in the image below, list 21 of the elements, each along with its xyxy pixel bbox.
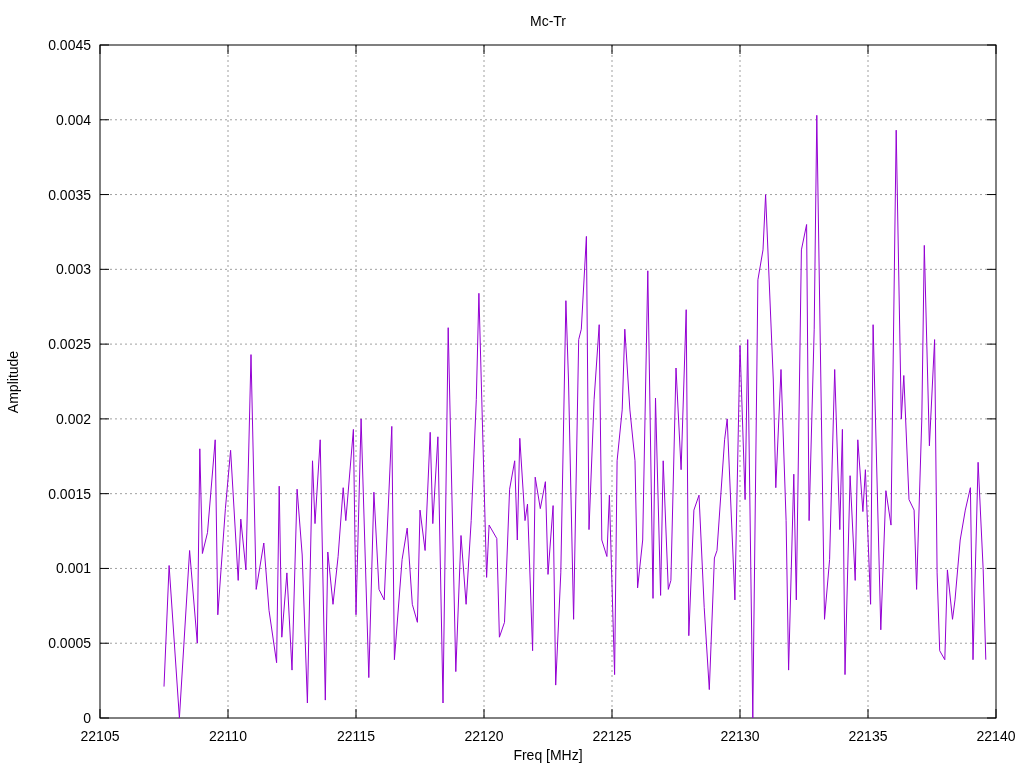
- x-tick-label: 22135: [848, 728, 888, 744]
- y-tick-label: 0.0025: [48, 336, 91, 353]
- x-tick-label: 22105: [80, 728, 120, 744]
- chart-title: Mc-Tr: [530, 13, 566, 29]
- y-tick-label: 0.004: [55, 111, 91, 128]
- x-tick-label: 22115: [337, 728, 375, 744]
- y-tick-label: 0: [83, 710, 91, 726]
- y-tick-label: 0.0035: [48, 186, 91, 203]
- y-tick-label: 0.003: [55, 261, 91, 278]
- y-axis-label: Amplitude: [5, 350, 21, 414]
- y-tick-label: 0.0005: [48, 635, 91, 652]
- x-tick-label: 22130: [720, 728, 760, 744]
- x-tick-label: 22140: [976, 728, 1016, 744]
- y-tick-label: 0.0045: [48, 37, 91, 53]
- x-tick-label: 22120: [464, 728, 504, 744]
- x-axis-label: Freq [MHz]: [513, 747, 583, 763]
- x-tick-label: 22125: [592, 728, 632, 744]
- y-tick-label: 0.002: [55, 410, 91, 427]
- y-tick-label: 0.001: [55, 560, 91, 577]
- y-tick-label: 0.0015: [48, 485, 91, 502]
- x-tick-label: 22110: [209, 728, 247, 744]
